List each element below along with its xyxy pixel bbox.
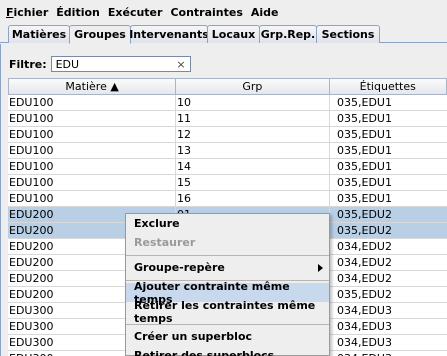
tab-bar: Matières Groupes Intervenants Locaux Grp… [0, 25, 447, 44]
cell-matiere: EDU100 [8, 175, 176, 190]
cell-etiquettes: 035,EDU1 [337, 144, 392, 157]
menu-executer[interactable]: Exécuter [104, 6, 167, 19]
context-menu-item: Restaurer [126, 233, 329, 252]
column-header-matiere[interactable]: Matière ▲ [9, 79, 177, 94]
table-row[interactable]: EDU100 12 035,EDU1 [8, 127, 447, 143]
context-menu-item[interactable]: Exclure [126, 214, 329, 233]
cell-etiquettes: 035,EDU1 [337, 160, 392, 173]
cell-etiquettes: 034,EDU3 [337, 336, 392, 349]
tab-groupes[interactable]: Groupes [69, 25, 131, 44]
cell-etiquettes: 035,EDU1 [337, 176, 392, 189]
filter-input[interactable]: EDU × [50, 56, 191, 72]
cell-grp: 11 [176, 111, 330, 126]
context-menu-item-label: Retirer les contraintes même temps [134, 298, 316, 325]
tab-intervenants[interactable]: Intervenants [129, 25, 209, 43]
table-row[interactable]: EDU100 16 035,EDU1 [8, 191, 447, 207]
table-row[interactable]: EDU100 13 035,EDU1 [8, 143, 447, 159]
menu-fichier[interactable]: Fichier [2, 6, 52, 19]
context-menu-item-label: Exclure [134, 217, 180, 230]
cell-matiere: EDU100 [8, 191, 176, 206]
context-menu: Exclure Restaurer Groupe-repère Ajouter con… [125, 213, 330, 356]
tab-grp-rep[interactable]: Grp.Rep. [259, 25, 317, 43]
menu-bar: Fichier Édition Exécuter Contraintes Aid… [0, 0, 447, 24]
column-header-grp[interactable]: Grp [176, 79, 330, 94]
cell-matiere: EDU100 [8, 111, 176, 126]
cell-grp: 15 [176, 175, 330, 190]
cell-etiquettes: 035,EDU2 [337, 288, 392, 301]
cell-etiquettes: 034,EDU3 [337, 320, 392, 333]
cell-etiquettes: 035,EDU2 [337, 224, 392, 237]
tab-matieres[interactable]: Matières [8, 25, 70, 43]
context-menu-item[interactable]: Groupe-repère [126, 258, 329, 277]
cell-etiquettes: 034,EDU2 [337, 240, 392, 253]
context-menu-item-label: Créer un superbloc [134, 330, 253, 343]
tab-sections[interactable]: Sections [316, 25, 380, 43]
filter-row: Filtre: EDU × [9, 56, 191, 72]
menu-contraintes[interactable]: Contraintes [166, 6, 246, 19]
context-menu-item-label: Retirer des superblocs [134, 349, 275, 356]
cell-grp: 12 [176, 127, 330, 142]
cell-matiere: EDU100 [8, 127, 176, 142]
cell-etiquettes: 034,EDU2 [337, 272, 392, 285]
clear-filter-icon[interactable]: × [176, 58, 185, 71]
cell-grp: 14 [176, 159, 330, 174]
table-row[interactable]: EDU100 10 035,EDU1 [8, 95, 447, 111]
filter-label: Filtre: [9, 57, 47, 71]
cell-etiquettes: 034,EDU2 [337, 256, 392, 269]
cell-etiquettes: 035,EDU2 [337, 208, 392, 221]
column-header-etiquettes[interactable]: Étiquettes [330, 79, 446, 94]
table-header: Matière ▲ Grp Étiquettes [8, 78, 447, 95]
cell-grp: 16 [176, 191, 330, 206]
context-menu-item[interactable]: Retirer les contraintes même temps [126, 299, 329, 325]
cell-grp: 10 [176, 95, 330, 110]
table-row[interactable]: EDU100 15 035,EDU1 [8, 175, 447, 191]
cell-etiquettes: 035,EDU1 [337, 192, 392, 205]
context-menu-item[interactable]: Créer un superbloc [126, 327, 329, 346]
table-row[interactable]: EDU100 11 035,EDU1 [8, 111, 447, 127]
table-row[interactable]: EDU100 14 035,EDU1 [8, 159, 447, 175]
cell-etiquettes: 035,EDU1 [337, 112, 392, 125]
menu-aide[interactable]: Aide [247, 6, 283, 19]
context-menu-item[interactable]: Retirer des superblocs [126, 346, 329, 356]
cell-matiere: EDU100 [8, 143, 176, 158]
cell-etiquettes: 034,EDU3 [337, 304, 392, 317]
filter-value: EDU [55, 57, 80, 71]
cell-etiquettes: 035,EDU1 [337, 96, 392, 109]
submenu-arrow-icon [318, 264, 323, 272]
cell-matiere: EDU100 [8, 95, 176, 110]
menu-edition[interactable]: Édition [52, 6, 104, 19]
cell-etiquettes: 035,EDU1 [337, 128, 392, 141]
context-menu-item-label: Restaurer [134, 236, 196, 249]
tab-locaux[interactable]: Locaux [207, 25, 260, 43]
context-menu-item-label: Groupe-repère [134, 261, 225, 274]
cell-etiquettes: 034,EDU3 [330, 351, 447, 356]
cell-grp: 13 [176, 143, 330, 158]
cell-matiere: EDU100 [8, 159, 176, 174]
